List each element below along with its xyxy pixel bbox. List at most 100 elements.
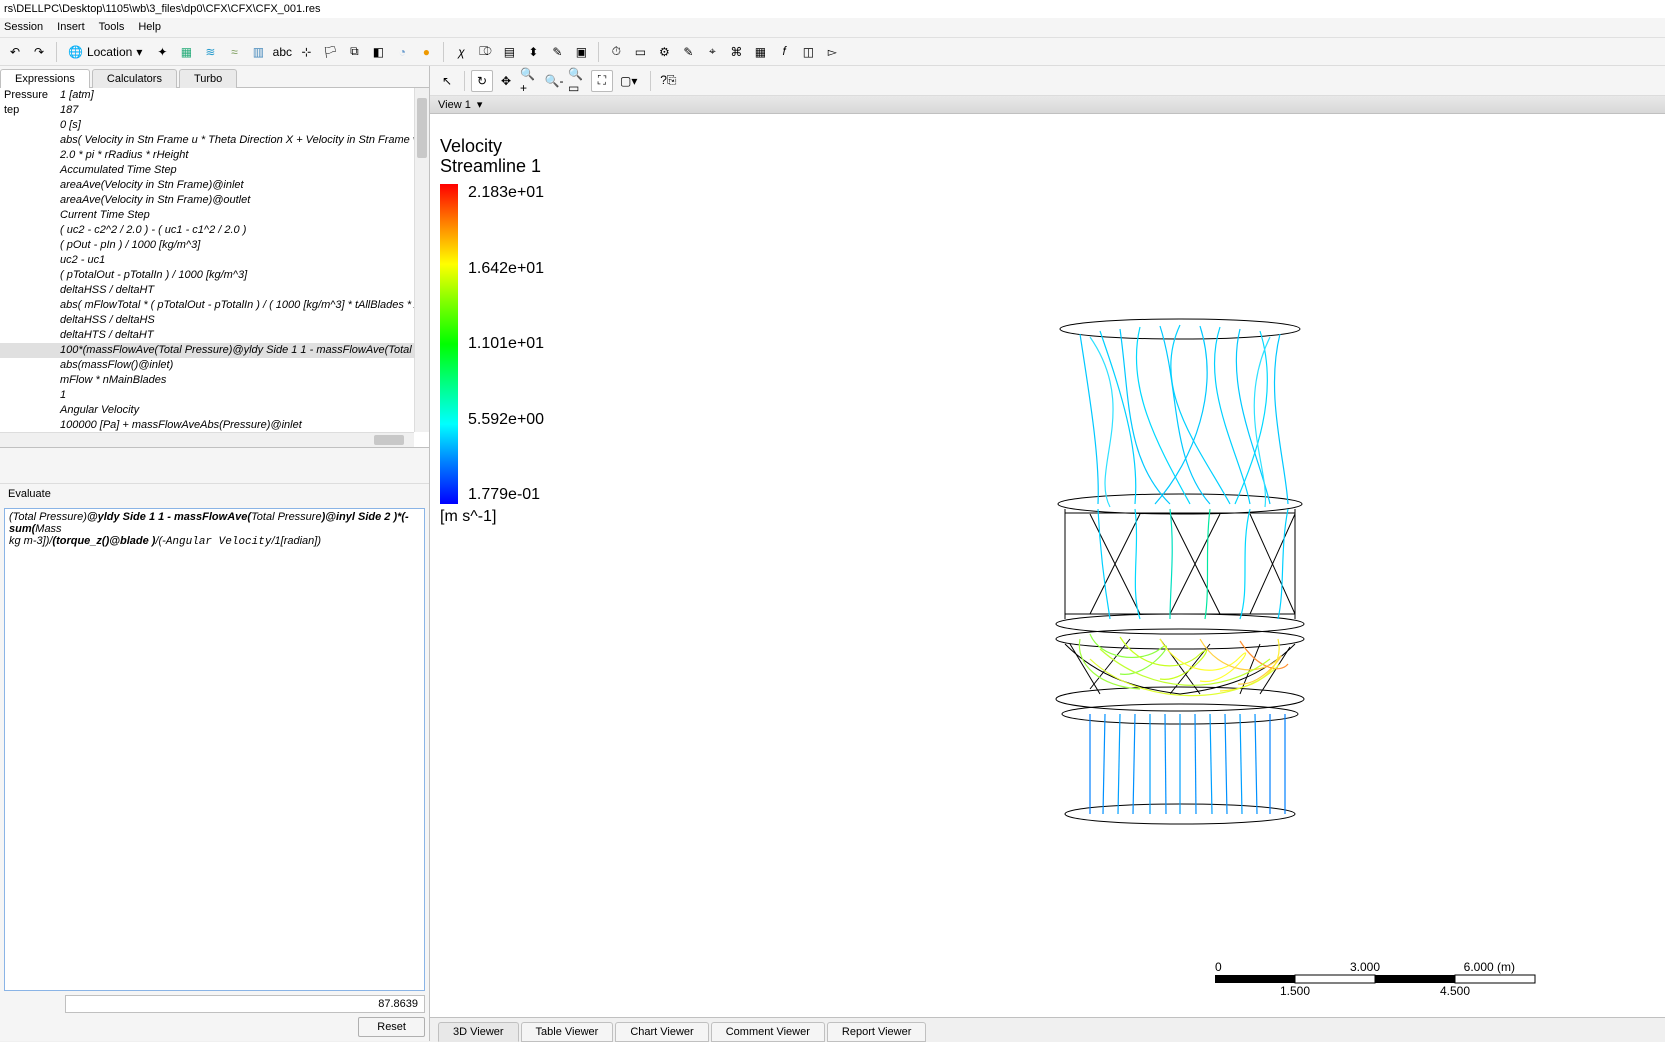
animation-icon[interactable]: ⚙ [653,41,675,63]
expression-row[interactable]: Pressure1 [atm] [0,88,414,103]
tab-expressions[interactable]: Expressions [0,69,90,88]
zoom-in-icon[interactable]: 🔍+ [519,70,541,92]
volume-icon[interactable]: ▥ [247,41,269,63]
redo-icon[interactable]: ↷ [28,41,50,63]
expression-row[interactable]: mFlow * nMainBlades [0,373,414,388]
clip-icon[interactable]: ◧ [367,41,389,63]
scrollbar-horizontal[interactable] [0,432,414,447]
tab-report-viewer[interactable]: Report Viewer [827,1022,927,1042]
expression-row[interactable]: tep187 [0,103,414,118]
expression-row[interactable]: abs( mFlowTotal * ( pTotalOut - pTotalIn… [0,298,414,313]
tab-chart-viewer[interactable]: Chart Viewer [615,1022,708,1042]
zoom-box-icon[interactable]: 🔍▭ [567,70,589,92]
location-dropdown[interactable]: 🌐 Location ▾ [63,41,149,63]
expression-row[interactable]: 100*(massFlowAve(Total Pressure)@yldy Si… [0,343,414,358]
expr-value: deltaHSS / deltaHT [60,283,154,298]
color-legend: Velocity Streamline 1 2.183e+01 1.642e+0… [440,136,544,526]
legend-title: Velocity [440,136,544,156]
reset-button[interactable]: Reset [358,1017,425,1037]
help-icon[interactable]: ?⎘ [657,70,679,92]
expression-row[interactable]: Angular Velocity [0,403,414,418]
edit-icon[interactable]: ✎ [677,41,699,63]
mesh-icon[interactable]: ▦ [749,41,771,63]
expression-row[interactable]: 2.0 * pi * rRadius * rHeight [0,148,414,163]
macro-icon[interactable]: ◫ [797,41,819,63]
expression-icon[interactable]: ⎄ [474,41,496,63]
chart-icon[interactable]: ⬍ [522,41,544,63]
probe-icon[interactable]: ⌖ [701,41,723,63]
undo-icon[interactable]: ↶ [4,41,26,63]
scrollbar-vertical[interactable] [414,88,429,432]
particle-icon[interactable]: ≈ [223,41,245,63]
expression-row[interactable]: deltaHSS / deltaHT [0,283,414,298]
export-icon[interactable]: ▻ [821,41,843,63]
coord-icon[interactable]: ⊹ [295,41,317,63]
expression-row[interactable]: 100000 [Pa] + massFlowAveAbs(Pressure)@i… [0,418,414,432]
expr-name [4,403,60,418]
expr-name [4,133,60,148]
left-pane: Expressions Calculators Turbo Pressure1 … [0,66,430,1041]
instancing-icon[interactable]: ⧉ [343,41,365,63]
svg-text:6.000 (m): 6.000 (m) [1464,960,1515,974]
formula-box[interactable]: (Total Pressure)@yldy Side 1 1 - massFlo… [4,508,425,991]
expr-name [4,358,60,373]
timestep-icon[interactable]: ▭ [629,41,651,63]
fit-view-icon[interactable]: ⛶ [591,70,613,92]
sphere-icon[interactable]: ● [415,41,437,63]
expression-row[interactable]: 1 [0,388,414,403]
pan-icon[interactable]: ✥ [495,70,517,92]
tab-calculators[interactable]: Calculators [92,69,177,88]
menu-insert[interactable]: Insert [57,21,85,34]
tab-comment-viewer[interactable]: Comment Viewer [711,1022,825,1042]
globe-icon: 🌐 [68,45,83,59]
viewer-toolbar: ↖ ↻ ✥ 🔍+ 🔍- 🔍▭ ⛶ ▢▾ ?⎘ [430,66,1665,96]
table-icon[interactable]: ▤ [498,41,520,63]
menu-tools[interactable]: Tools [99,21,125,34]
menu-session[interactable]: Session [4,21,43,34]
iso-icon[interactable]: ◔ [391,41,413,63]
expression-row[interactable]: 0 [s] [0,118,414,133]
expression-row[interactable]: ( pOut - pIn ) / 1000 [kg/m^3] [0,238,414,253]
expression-row[interactable]: ( pTotalOut - pTotalIn ) / 1000 [kg/m^3] [0,268,414,283]
function-icon[interactable]: 𝑓 [773,41,795,63]
expression-row[interactable]: deltaHTS / deltaHT [0,328,414,343]
expression-row[interactable]: abs(massFlow()@inlet) [0,358,414,373]
expression-scroll[interactable]: Pressure1 [atm]tep1870 [s]abs( Velocity … [0,88,414,432]
expr-name [4,373,60,388]
expression-row[interactable]: Accumulated Time Step [0,163,414,178]
menu-help[interactable]: Help [138,21,161,34]
view-label-bar[interactable]: View 1 ▾ [430,96,1665,114]
expression-row[interactable]: Current Time Step [0,208,414,223]
zoom-out-icon[interactable]: 🔍- [543,70,565,92]
viewport-3d[interactable]: Velocity Streamline 1 2.183e+01 1.642e+0… [430,114,1665,1017]
comment-icon[interactable]: ✎ [546,41,568,63]
pointer-icon[interactable]: ↖ [436,70,458,92]
rotate-icon[interactable]: ↻ [471,70,493,92]
streamline-plot [840,219,1520,839]
projection-dropdown[interactable]: ▢▾ [615,70,644,92]
expr-value: Angular Velocity [60,403,139,418]
expr-name [4,343,60,358]
contour-icon[interactable]: ▦ [175,41,197,63]
expression-row[interactable]: ( uc2 - c2^2 / 2.0 ) - ( uc1 - c1^2 / 2.… [0,223,414,238]
figure-icon[interactable]: ▣ [570,41,592,63]
legend-icon[interactable]: 🏳 [319,41,341,63]
text-icon[interactable]: abc [271,41,293,63]
expression-row[interactable]: abs( Velocity in Stn Frame u * Theta Dir… [0,133,414,148]
tab-turbo[interactable]: Turbo [179,69,237,88]
streamline-icon[interactable]: ≋ [199,41,221,63]
expression-row[interactable]: deltaHSS / deltaHS [0,313,414,328]
timer-icon[interactable]: ⏱ [605,41,627,63]
expr-name [4,193,60,208]
variable-icon[interactable]: χ [450,41,472,63]
vector-icon[interactable]: ✦ [151,41,173,63]
tab-3d-viewer[interactable]: 3D Viewer [438,1022,519,1042]
expr-value: ( pOut - pIn ) / 1000 [kg/m^3] [60,238,200,253]
result-output: 87.8639 [65,995,425,1013]
tab-table-viewer[interactable]: Table Viewer [521,1022,614,1042]
expression-row[interactable]: uc2 - uc1 [0,253,414,268]
splitter[interactable] [0,448,429,484]
turbo-icon[interactable]: ⌘ [725,41,747,63]
expression-row[interactable]: areaAve(Velocity in Stn Frame)@inlet [0,178,414,193]
expression-row[interactable]: areaAve(Velocity in Stn Frame)@outlet [0,193,414,208]
